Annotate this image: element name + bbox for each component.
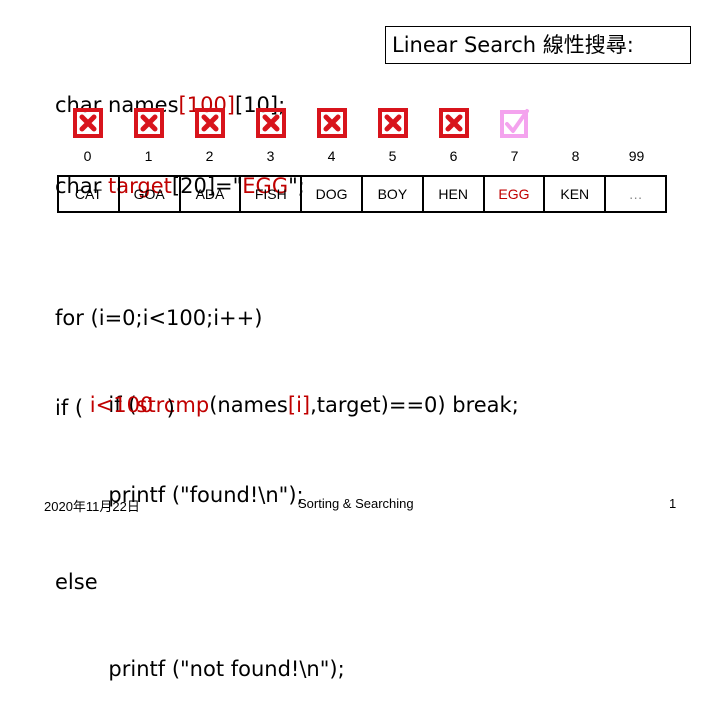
index-labels: 0 1 2 3 4 5 6 7 8 99: [57, 148, 667, 168]
array-cell: ADA: [181, 177, 242, 211]
footer-date: 2020年11月22日: [44, 499, 140, 514]
names-array: CAT GOA ADA FISH DOG BOY HEN EGG KEN …: [57, 175, 667, 213]
search-marks: [57, 108, 667, 142]
cross-icon: [194, 108, 225, 138]
array-cell: GOA: [120, 177, 181, 211]
index-label: 2: [205, 148, 214, 164]
array-cell: EGG: [485, 177, 546, 211]
check-icon: [499, 108, 530, 138]
index-label: 8: [571, 148, 580, 164]
cross-icon: [377, 108, 408, 138]
cross-icon: [316, 108, 347, 138]
cross-icon: [72, 108, 103, 138]
code-highlight: i<100: [89, 393, 154, 417]
code-text: if (: [55, 396, 90, 420]
else-line: else: [55, 570, 98, 594]
index-label: 0: [83, 148, 92, 164]
index-label: 4: [327, 148, 336, 164]
cross-icon: [255, 108, 286, 138]
index-label: 7: [510, 148, 519, 164]
cross-icon: [438, 108, 469, 138]
result-check: if ( i<100 ) printf ("found!\n"); else p…: [55, 336, 345, 713]
code-text: ): [153, 396, 175, 420]
index-label: 6: [449, 148, 458, 164]
footer-page-number: 1: [669, 496, 677, 511]
array-cell: BOY: [363, 177, 424, 211]
array-cell: …: [628, 186, 643, 202]
if-condition-line: if ( i<100 ): [55, 393, 345, 423]
array-cell: FISH: [241, 177, 303, 211]
index-label: 99: [628, 148, 645, 164]
footer-title: Sorting & Searching: [298, 496, 414, 511]
notfound-line: printf ("not found!\n");: [55, 657, 345, 681]
array-cell: HEN: [424, 177, 485, 211]
array-cell: KEN: [545, 177, 607, 211]
index-label: 5: [388, 148, 397, 164]
for-line: for (i=0;i<100;i++): [55, 306, 263, 330]
slide-title: Linear Search 線性搜尋:: [385, 26, 691, 64]
array-cell: DOG: [302, 177, 363, 211]
cross-icon: [133, 108, 164, 138]
index-label: 3: [266, 148, 275, 164]
index-label: 1: [144, 148, 153, 164]
array-cell: CAT: [59, 177, 120, 211]
